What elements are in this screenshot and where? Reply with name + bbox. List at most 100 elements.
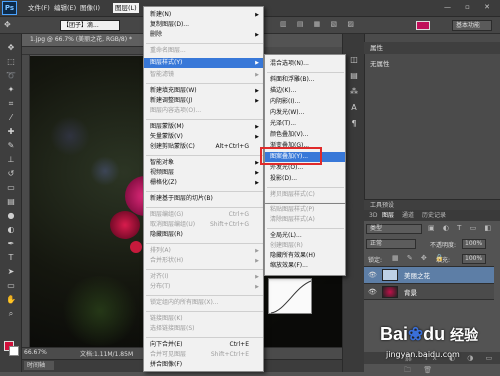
menu-item: 重命名图层... <box>144 46 263 56</box>
crop-tool-icon[interactable]: ⌗ <box>4 98 18 110</box>
marquee-tool-icon[interactable]: ⬚ <box>4 56 18 68</box>
filter-icons[interactable]: ▣ ◐ T ▭ ◧ <box>428 224 494 232</box>
menu-item[interactable]: 颜色叠加(V)... <box>265 130 345 140</box>
brush-tool-icon[interactable]: ✎ <box>4 140 18 152</box>
dodge-tool-icon[interactable]: ◐ <box>4 224 18 236</box>
menu-item[interactable]: 图层(L) <box>113 3 139 13</box>
tab-3d[interactable]: 3D <box>369 211 377 221</box>
menu-item[interactable]: 视频图层 ▶ <box>144 168 263 178</box>
menu-item[interactable]: 文件(F) <box>26 3 52 13</box>
paragraph-panel-icon[interactable]: ¶ <box>347 118 361 130</box>
properties-panel-icon[interactable]: ▤ <box>347 70 361 82</box>
gradient-tool-icon[interactable]: ▤ <box>4 196 18 208</box>
align-icons[interactable]: ▥ ▤ ▦ ▧ ▨ <box>280 20 358 28</box>
eye-icon[interactable]: 👁 <box>368 288 377 296</box>
menu-item[interactable]: 向下合并(E) Ctrl+E <box>144 340 263 350</box>
menu-item[interactable]: 栅格化(Z) ▶ <box>144 178 263 188</box>
layer-name[interactable]: 背景 <box>404 287 417 297</box>
type-tool-icon[interactable]: T <box>4 252 18 264</box>
pen-tool-icon[interactable]: ✒ <box>4 238 18 250</box>
menu-item[interactable]: 投影(D)... <box>265 174 345 184</box>
magic-wand-icon[interactable]: ✦ <box>4 84 18 96</box>
menu-item[interactable]: 图像(I) <box>78 3 102 13</box>
menu-item[interactable]: 隐藏图层(R) <box>144 230 263 240</box>
menu-item[interactable]: 光泽(T)... <box>265 119 345 129</box>
menu-item[interactable]: 复制图层(D)... <box>144 20 263 30</box>
menu-separator <box>146 207 263 208</box>
lasso-tool-icon[interactable]: ➰ <box>4 70 18 82</box>
move-tool-icon[interactable]: ✥ <box>4 42 18 54</box>
layer-row[interactable]: 👁 美丽之花 <box>364 266 494 283</box>
menu-item[interactable]: 全局光(L)... <box>265 231 345 241</box>
timeline-tab[interactable]: 时间轴 <box>24 361 54 370</box>
menu-item[interactable]: 图层样式(Y) ▶ <box>144 58 263 68</box>
highlight-annotation <box>260 147 322 165</box>
menu-item-label: 智能对象 <box>150 159 175 166</box>
brush-panel-icon[interactable]: ⁂ <box>347 86 361 98</box>
properties-tab[interactable]: 属性 <box>364 42 500 54</box>
layer-row[interactable]: 👁 背景 <box>364 283 494 300</box>
menu-item[interactable]: 内发光(W)... <box>265 108 345 118</box>
menu-item-label: 新建填充图层(W) <box>150 87 197 94</box>
menu-item: 拷贝图层样式(C) <box>265 190 345 200</box>
history-brush-icon[interactable]: ↺ <box>4 168 18 180</box>
eyedropper-icon[interactable]: ⁄ <box>4 112 18 124</box>
menu-item[interactable]: 创建剪贴蒙版(C) Alt+Ctrl+G <box>144 142 263 152</box>
menu-item-label: 排列(A) <box>150 247 171 254</box>
tab-channels[interactable]: 通道 <box>402 211 414 221</box>
color-swatch[interactable] <box>416 21 430 30</box>
group-select[interactable]: 【团子】滴... <box>60 20 120 31</box>
menu-item[interactable]: 编辑(E) <box>52 3 78 13</box>
menu-item[interactable]: 矢量蒙版(V) ▶ <box>144 132 263 142</box>
menu-item[interactable]: 混合选项(N)... <box>265 59 345 69</box>
menu-item[interactable]: 新建(N) ▶ <box>144 10 263 20</box>
menu-item-label: 矢量蒙版(V) <box>150 133 183 140</box>
menu-item: 分布(T) ▶ <box>144 282 263 292</box>
hand-tool-icon[interactable]: ✋ <box>4 294 18 306</box>
eye-icon[interactable]: 👁 <box>368 271 377 279</box>
kind-filter-select[interactable]: 类型 <box>366 224 422 234</box>
menu-item-label: 光泽(T)... <box>270 120 297 127</box>
eraser-tool-icon[interactable]: ▭ <box>4 182 18 194</box>
blur-tool-icon[interactable]: ● <box>4 210 18 222</box>
menu-item[interactable]: 内阴影(I)... <box>265 97 345 107</box>
tab-layers[interactable]: 图层 <box>382 211 394 221</box>
window-controls[interactable]: — ▫ ✕ <box>444 3 496 11</box>
history-panel-icon[interactable]: ◫ <box>347 54 361 66</box>
menu-item[interactable]: 斜面和浮雕(B)... <box>265 75 345 85</box>
character-panel-icon[interactable]: A <box>347 102 361 114</box>
menu-item[interactable]: 新建填充图层(W) ▶ <box>144 86 263 96</box>
menu-item[interactable]: 缩放效果(F)... <box>265 261 345 271</box>
watermark-brand2: du <box>423 324 446 344</box>
healing-brush-icon[interactable]: ✚ <box>4 126 18 138</box>
fill-input[interactable]: 100% <box>462 254 486 264</box>
blend-mode-select[interactable]: 正常 <box>366 239 416 249</box>
menu-item: 排列(A) ▶ <box>144 246 263 256</box>
menu-item[interactable]: 图层蒙版(M) ▶ <box>144 122 263 132</box>
shape-tool-icon[interactable]: ▭ <box>4 280 18 292</box>
background-color[interactable] <box>9 346 19 356</box>
opacity-input[interactable]: 100% <box>462 239 486 249</box>
move-tool-icon[interactable]: ✥ <box>4 20 11 29</box>
zoom-tool-icon[interactable]: ⌕ <box>4 308 18 320</box>
menu-item[interactable]: 新建基于图层的切片(B) <box>144 194 263 204</box>
menu-separator <box>146 269 263 270</box>
stamp-tool-icon[interactable]: ⊥ <box>4 154 18 166</box>
menu-item[interactable]: 隐藏所有效果(H) <box>265 251 345 261</box>
paw-icon: ❀ <box>408 324 424 344</box>
tab-history[interactable]: 历史记录 <box>422 211 446 221</box>
tool-presets-header[interactable]: 工具预设 <box>364 199 500 210</box>
workspace-select[interactable]: 基本功能 <box>452 20 492 31</box>
menu-item[interactable]: 删除 ▶ <box>144 30 263 40</box>
layer-name[interactable]: 美丽之花 <box>404 270 430 280</box>
menu-item[interactable]: 描边(K)... <box>265 86 345 96</box>
zoom-level[interactable]: 66.67% <box>24 349 47 356</box>
menu-item-label: 混合选项(N)... <box>270 60 309 67</box>
path-select-icon[interactable]: ➤ <box>4 266 18 278</box>
menu-item-label: 视频图层 <box>150 169 175 176</box>
menu-item-label: 删除 <box>150 31 163 38</box>
menu-item[interactable]: 智能对象 ▶ <box>144 158 263 168</box>
menu-item[interactable]: 新建调整图层(J) ▶ <box>144 96 263 106</box>
menu-item-label: 新建(N) <box>150 11 172 18</box>
menu-item[interactable]: 拼合图像(F) <box>144 360 263 370</box>
